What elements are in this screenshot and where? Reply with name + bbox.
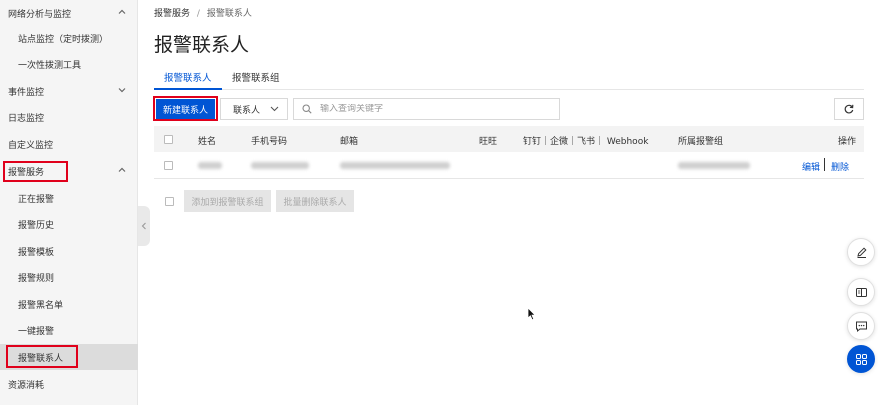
feedback-edit-button[interactable] — [847, 238, 875, 266]
select-all-checkbox[interactable] — [164, 135, 173, 144]
sidebar-item-label: 站点监控（定时拨测） — [18, 34, 109, 45]
redacted-name — [198, 162, 222, 169]
sidebar-item-label: 正在报警 — [18, 194, 55, 205]
column-header-alarm-group: 所属报警组 — [678, 137, 724, 147]
mouse-cursor-icon — [527, 307, 536, 321]
create-contact-button[interactable]: 新建联系人 — [156, 99, 215, 119]
search-input[interactable] — [320, 104, 550, 114]
sidebar-item-site-monitoring[interactable]: 站点监控（定时拨测） — [0, 25, 138, 51]
refresh-icon — [844, 104, 854, 114]
filter-select-value: 联系人 — [233, 105, 261, 116]
sidebar-item-label: 一键报警 — [18, 326, 55, 337]
sidebar-item-label: 资源消耗 — [8, 380, 45, 391]
breadcrumb-parent[interactable]: 报警服务 — [154, 9, 190, 19]
chevron-up-icon — [118, 8, 126, 16]
sidebar-item-alarm-history[interactable]: 报警历史 — [0, 211, 138, 237]
sidebar-item-event-monitoring[interactable]: 事件监控 — [0, 78, 138, 104]
edit-icon — [856, 246, 867, 258]
search-box — [293, 98, 560, 120]
chat-button[interactable] — [847, 312, 875, 340]
sidebar-item-label: 自定义监控 — [8, 140, 54, 151]
column-header-phone: 手机号码 — [251, 137, 288, 147]
sidebar-item-label: 报警规则 — [18, 273, 55, 284]
action-divider — [824, 158, 825, 171]
sidebar-item-label: 报警联系人 — [18, 353, 64, 364]
chevron-up-icon — [118, 166, 126, 174]
sidebar-item-network-monitoring[interactable]: 网络分析与监控 — [0, 0, 138, 26]
column-header-email: 邮箱 — [340, 137, 359, 147]
column-header-actions: 操作 — [838, 137, 857, 147]
breadcrumb-separator: / — [196, 9, 200, 19]
column-header-wangwang: 旺旺 — [479, 137, 498, 147]
apps-menu-button[interactable] — [847, 345, 875, 373]
apps-icon — [855, 353, 867, 365]
page-title: 报警联系人 — [154, 34, 250, 56]
sidebar-item-alarm-service[interactable]: 报警服务 — [0, 158, 138, 184]
breadcrumb-current: 报警联系人 — [206, 9, 252, 19]
sidebar-item-active-alarms[interactable]: 正在报警 — [0, 185, 138, 211]
row-checkbox[interactable] — [164, 161, 173, 170]
book-icon — [855, 287, 867, 297]
add-to-group-button[interactable]: 添加到报警联系组 — [184, 190, 271, 212]
table-row: 编辑 删除 — [154, 152, 864, 179]
sidebar-item-alarm-template[interactable]: 报警模板 — [0, 238, 138, 264]
sidebar-item-label: 报警服务 — [8, 167, 45, 178]
sidebar-item-alarm-rules[interactable]: 报警规则 — [0, 264, 138, 290]
redacted-alarm-group — [678, 162, 750, 169]
sidebar-item-label: 一次性拨测工具 — [18, 60, 82, 71]
breadcrumb: 报警服务 / 报警联系人 — [154, 6, 252, 19]
sidebar: 网络分析与监控 站点监控（定时拨测） 一次性拨测工具 事件监控 日志监控 自定义… — [0, 0, 138, 405]
column-header-im-webhook: 钉钉｜企微｜飞书｜ Webhook — [523, 137, 649, 147]
docs-button[interactable] — [847, 278, 875, 306]
message-icon — [855, 321, 867, 332]
sidebar-item-label: 日志监控 — [8, 113, 45, 124]
tab-alarm-contacts[interactable]: 报警联系人 — [164, 70, 212, 84]
table-header: 姓名 手机号码 邮箱 旺旺 钉钉｜企微｜飞书｜ Webhook 所属报警组 操作 — [154, 126, 864, 152]
sidebar-item-label: 事件监控 — [8, 87, 45, 98]
sidebar-collapse-handle[interactable] — [138, 206, 150, 246]
search-icon — [302, 104, 312, 114]
redacted-phone — [251, 162, 309, 169]
column-header-name: 姓名 — [198, 137, 217, 147]
sidebar-item-label: 报警模板 — [18, 247, 55, 258]
sidebar-item-one-click-alarm[interactable]: 一键报警 — [0, 317, 138, 343]
chevron-down-icon — [270, 106, 279, 112]
edit-link[interactable]: 编辑 — [802, 160, 820, 173]
tab-active-indicator — [154, 88, 222, 90]
chevron-left-icon — [141, 222, 146, 230]
sidebar-item-label: 报警历史 — [18, 220, 55, 231]
sidebar-item-log-monitoring[interactable]: 日志监控 — [0, 104, 138, 130]
sidebar-item-alarm-blacklist[interactable]: 报警黑名单 — [0, 291, 138, 317]
sidebar-item-custom-monitoring[interactable]: 自定义监控 — [0, 131, 138, 157]
sidebar-item-label: 网络分析与监控 — [8, 9, 72, 20]
delete-link[interactable]: 删除 — [831, 160, 849, 173]
sidebar-item-alarm-contacts[interactable]: 报警联系人 — [0, 344, 138, 370]
tab-bar: 报警联系人 报警联系组 — [154, 64, 864, 90]
bulk-select-checkbox[interactable] — [165, 197, 174, 206]
sidebar-item-one-time-probe[interactable]: 一次性拨测工具 — [0, 51, 138, 77]
bulk-delete-button[interactable]: 批量删除联系人 — [276, 190, 354, 212]
refresh-button[interactable] — [834, 98, 864, 120]
filter-select[interactable]: 联系人 — [220, 98, 288, 120]
tab-alarm-contact-groups[interactable]: 报警联系组 — [232, 70, 280, 84]
sidebar-item-resource-usage[interactable]: 资源消耗 — [0, 371, 138, 397]
sidebar-item-label: 报警黑名单 — [18, 300, 64, 311]
chevron-down-icon — [118, 86, 126, 94]
redacted-email — [340, 162, 450, 169]
